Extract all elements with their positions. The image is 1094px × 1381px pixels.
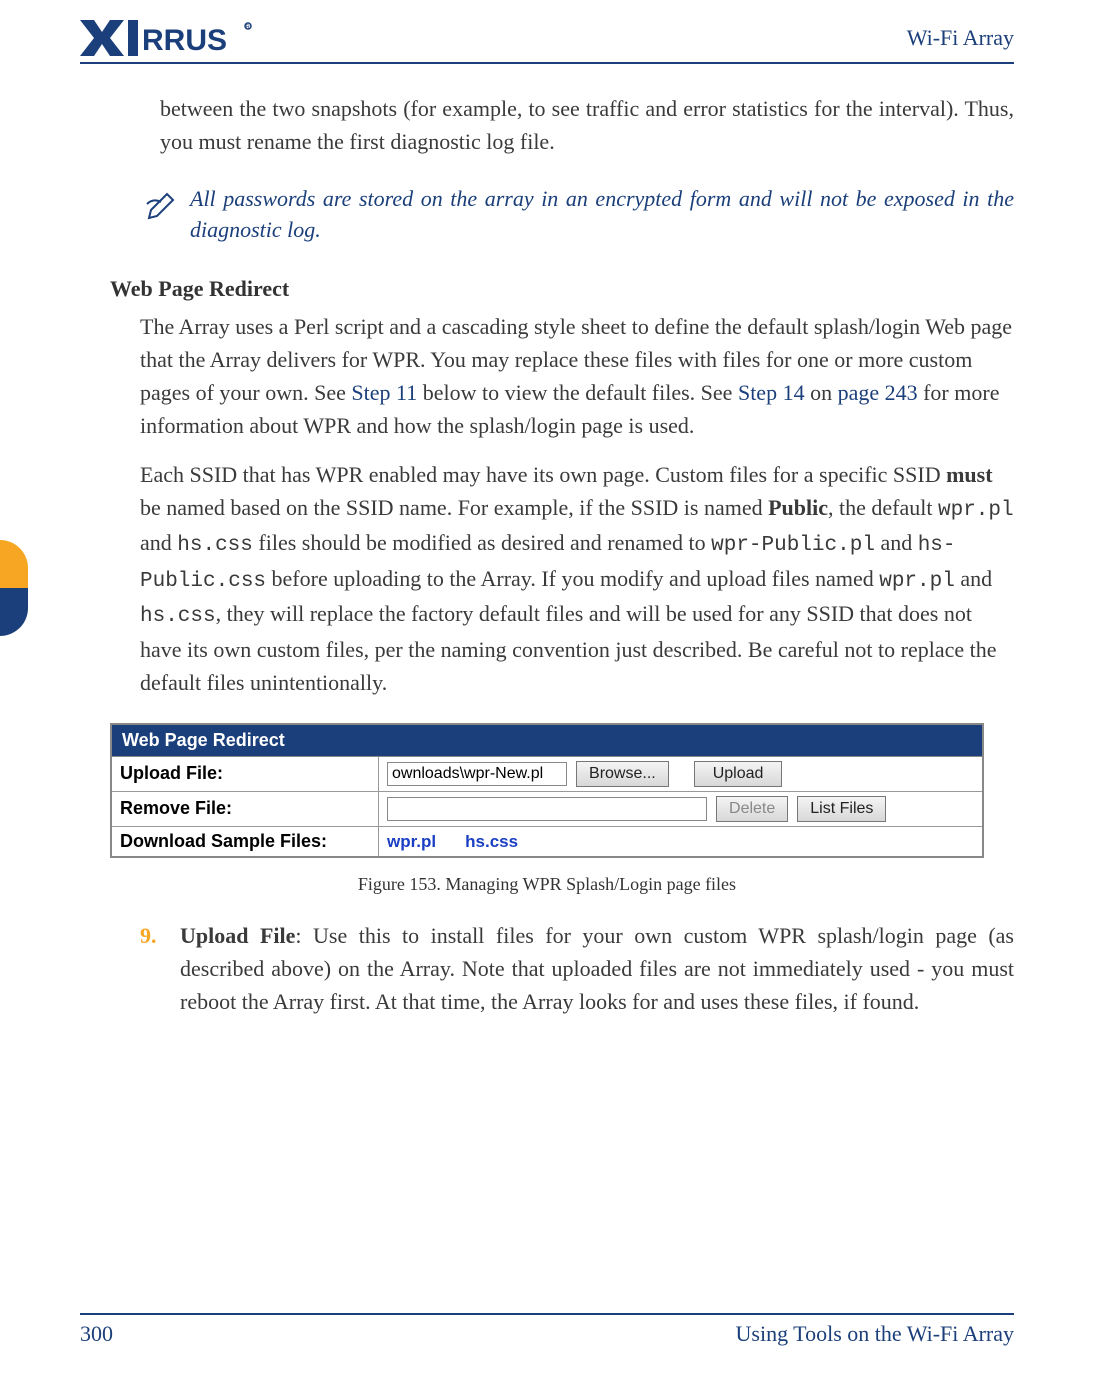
p2-text-f: and: [875, 530, 918, 555]
list-files-button[interactable]: List Files: [797, 796, 886, 822]
p2-text-d: and: [140, 530, 177, 555]
p2-text-e: files should be modified as desired and …: [253, 530, 711, 555]
wpr-panel-title: Web Page Redirect: [111, 724, 983, 757]
p2-text-b: be named based on the SSID name. For exa…: [140, 495, 768, 520]
browse-button[interactable]: Browse...: [576, 761, 669, 787]
figure-caption: Figure 153. Managing WPR Splash/Login pa…: [80, 874, 1014, 895]
intro-continuation: between the two snapshots (for example, …: [160, 92, 1014, 158]
side-tab-marker: [0, 540, 28, 636]
list-item-9: 9. Upload File: Use this to install file…: [140, 919, 1014, 1018]
brand-logo: RRUS R: [80, 20, 260, 56]
p2-code3: wpr-Public.pl: [711, 534, 875, 557]
section-heading: Web Page Redirect: [110, 276, 1014, 302]
upload-file-input[interactable]: [387, 762, 567, 786]
p2-text-h: and: [955, 566, 992, 591]
note-text: All passwords are stored on the array in…: [190, 184, 1014, 246]
remove-file-label: Remove File:: [111, 791, 379, 826]
p2-text-i: , they will replace the factory default …: [140, 601, 997, 695]
p2-public: Public: [768, 495, 828, 520]
delete-button[interactable]: Delete: [716, 796, 788, 822]
pencil-note-icon: [140, 184, 190, 228]
header-title: Wi-Fi Array: [907, 25, 1014, 51]
download-sample-label: Download Sample Files:: [111, 826, 379, 857]
link-step11[interactable]: Step 11: [351, 380, 417, 405]
p2-code5: wpr.pl: [879, 570, 955, 593]
p2-must: must: [946, 462, 992, 487]
p2-text-c: , the default: [828, 495, 938, 520]
p1-text-c: on: [805, 380, 838, 405]
p2-text-g: before uploading to the Array. If you mo…: [266, 566, 879, 591]
page-footer: 300 Using Tools on the Wi-Fi Array: [80, 1313, 1014, 1347]
page-header: RRUS R Wi-Fi Array: [80, 20, 1014, 64]
download-link-wpr[interactable]: wpr.pl: [387, 832, 436, 851]
p1-text-b: below to view the default files. See: [417, 380, 738, 405]
numbered-list: 9. Upload File: Use this to install file…: [140, 919, 1014, 1018]
note-box: All passwords are stored on the array in…: [140, 184, 1014, 246]
footer-page-number: 300: [80, 1321, 113, 1347]
remove-file-input[interactable]: [387, 797, 707, 821]
list-item-9-title: Upload File: [180, 923, 295, 948]
list-item-9-text: : Use this to install files for your own…: [180, 923, 1014, 1014]
p2-code2: hs.css: [177, 534, 253, 557]
section-paragraph-2: Each SSID that has WPR enabled may have …: [140, 458, 1014, 699]
upload-button[interactable]: Upload: [694, 761, 783, 787]
download-link-hs[interactable]: hs.css: [465, 832, 518, 851]
link-step14[interactable]: Step 14: [738, 380, 805, 405]
upload-file-label: Upload File:: [111, 756, 379, 791]
svg-text:RRUS: RRUS: [142, 24, 227, 56]
figure-wpr-ui: Web Page Redirect Upload File: Browse...…: [110, 723, 984, 858]
svg-text:R: R: [246, 25, 251, 31]
footer-section-title: Using Tools on the Wi-Fi Array: [736, 1321, 1014, 1347]
list-marker-9: 9.: [140, 919, 180, 1018]
p2-text-a: Each SSID that has WPR enabled may have …: [140, 462, 946, 487]
link-page243[interactable]: page 243: [838, 380, 918, 405]
p2-code1: wpr.pl: [938, 499, 1014, 522]
p2-code6: hs.css: [140, 605, 216, 628]
section-paragraph-1: The Array uses a Perl script and a casca…: [140, 310, 1014, 442]
